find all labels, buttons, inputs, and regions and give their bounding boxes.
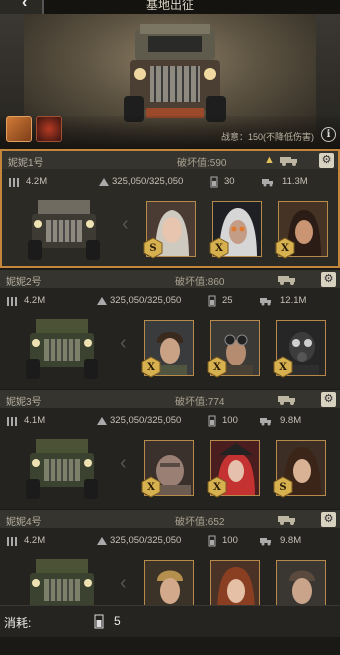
team-panel-3[interactable]: 妮妮3号 破坏值:774 ⚙ 4.1M 325,050/325,050 100 … bbox=[0, 390, 340, 509]
destroy-value: 破坏值:860 bbox=[175, 277, 225, 288]
team-stats: 4.2M 325,050/325,050 25 12.1M bbox=[0, 294, 340, 310]
power-value: 4.2M bbox=[26, 176, 48, 187]
truck-status-icon bbox=[278, 396, 295, 405]
truck-image bbox=[26, 319, 98, 379]
power-value: 4.1M bbox=[24, 415, 46, 426]
team-name: 妮妮2号 bbox=[6, 277, 42, 288]
team-name: 妮妮3号 bbox=[6, 397, 42, 408]
team-header: 妮妮3号 破坏值:774 ⚙ bbox=[0, 390, 340, 408]
load-truck-icon bbox=[260, 298, 271, 306]
fuel-value: 30 bbox=[224, 176, 235, 187]
team-name: 妮妮1号 bbox=[8, 158, 44, 169]
power-value: 4.2M bbox=[24, 295, 46, 306]
fuel-value: 100 bbox=[222, 535, 238, 546]
back-button[interactable]: ‹ bbox=[0, 0, 44, 14]
load-truck-icon bbox=[260, 538, 271, 546]
chevron-left-icon: ‹ bbox=[120, 452, 127, 474]
consume-value: 5 bbox=[114, 614, 121, 628]
team-name: 妮妮4号 bbox=[6, 517, 42, 528]
fuel-icon bbox=[208, 295, 216, 307]
load-truck-icon bbox=[260, 418, 271, 426]
load-value: 12.1M bbox=[280, 295, 307, 306]
load-value: 11.3M bbox=[282, 176, 308, 187]
power-icon bbox=[7, 417, 17, 426]
truck-image bbox=[28, 200, 100, 260]
power-icon bbox=[7, 297, 17, 306]
consume-label: 消耗: bbox=[4, 616, 32, 630]
rank-badge-letter: S bbox=[279, 482, 287, 493]
rank-badge-letter: X bbox=[215, 243, 223, 254]
settings-gear-icon[interactable]: ⚙ bbox=[321, 512, 336, 527]
hp-icon bbox=[97, 537, 107, 545]
hp-icon bbox=[97, 417, 107, 425]
rank-badge-letter: X bbox=[147, 482, 155, 493]
rank-badge-letter: X bbox=[147, 362, 155, 373]
war-meaning-text: 战意：150(不降低伤害) bbox=[220, 132, 314, 142]
rank-badge-letter: X bbox=[279, 362, 287, 373]
hp-value: 325,050/325,050 bbox=[110, 415, 182, 426]
team-header: 妮妮4号 破坏值:652 ⚙ bbox=[0, 510, 340, 528]
power-value: 4.2M bbox=[24, 535, 46, 546]
hp-value: 325,050/325,050 bbox=[110, 535, 182, 546]
load-value: 9.8M bbox=[280, 415, 302, 426]
truck-status-icon bbox=[280, 157, 297, 166]
chevron-left-icon: ‹ bbox=[122, 213, 129, 235]
fuel-icon bbox=[208, 535, 216, 547]
fuel-icon bbox=[208, 415, 216, 427]
load-truck-icon bbox=[262, 179, 273, 187]
team-stats: 4.1M 325,050/325,050 100 9.8M bbox=[0, 414, 340, 430]
team-panel-1[interactable]: 妮妮1号 破坏值:590 ▲ ⚙ 4.2M 325,050/325,050 30… bbox=[0, 149, 340, 268]
destroy-value: 破坏值:652 bbox=[175, 517, 225, 528]
team-stats: 4.2M 325,050/325,050 30 11.3M bbox=[2, 175, 338, 191]
settings-gear-icon[interactable]: ⚙ bbox=[319, 153, 334, 168]
power-icon bbox=[9, 178, 19, 187]
truck-status-icon bbox=[278, 516, 295, 525]
truck-image bbox=[26, 439, 98, 499]
fuel-value: 25 bbox=[222, 295, 233, 306]
fuel-icon bbox=[94, 614, 104, 629]
hp-value: 325,050/325,050 bbox=[110, 295, 182, 306]
chevron-left-icon: ‹ bbox=[120, 572, 127, 594]
hp-icon bbox=[99, 178, 109, 186]
team-panel-2[interactable]: 妮妮2号 破坏值:860 ⚙ 4.2M 325,050/325,050 25 1… bbox=[0, 270, 340, 389]
warning-icon: ▲ bbox=[264, 154, 275, 166]
settings-gear-icon[interactable]: ⚙ bbox=[321, 392, 336, 407]
rank-badge-letter: S bbox=[149, 243, 157, 254]
chevron-left-icon: ‹ bbox=[120, 332, 127, 354]
rank-badge-letter: X bbox=[213, 362, 221, 373]
hp-value: 325,050/325,050 bbox=[112, 176, 184, 187]
destroy-value: 破坏值:774 bbox=[175, 397, 225, 408]
team-header: 妮妮2号 破坏值:860 ⚙ bbox=[0, 270, 340, 288]
settings-gear-icon[interactable]: ⚙ bbox=[321, 272, 336, 287]
buff-item-icon[interactable] bbox=[36, 116, 62, 142]
team-header: 妮妮1号 破坏值:590 ▲ ⚙ bbox=[2, 151, 338, 169]
back-arrow-icon: ‹ bbox=[22, 0, 28, 11]
info-icon[interactable]: i bbox=[321, 127, 336, 142]
rank-badge-letter: X bbox=[213, 482, 221, 493]
truck-status-icon bbox=[278, 276, 295, 285]
hp-icon bbox=[97, 297, 107, 305]
consume-bar: 消耗: 5 bbox=[0, 605, 340, 637]
page-title: 基地出征 bbox=[145, 0, 194, 12]
book-item-icon[interactable] bbox=[6, 116, 32, 142]
team-stats: 4.2M 325,050/325,050 100 9.8M bbox=[0, 534, 340, 550]
load-value: 9.8M bbox=[280, 535, 302, 546]
power-icon bbox=[7, 537, 17, 546]
destroy-value: 破坏值:590 bbox=[177, 158, 227, 169]
fuel-icon bbox=[210, 176, 218, 188]
bottom-strip bbox=[0, 637, 340, 655]
rank-badge-letter: X bbox=[281, 243, 289, 254]
fuel-value: 100 bbox=[222, 415, 238, 426]
